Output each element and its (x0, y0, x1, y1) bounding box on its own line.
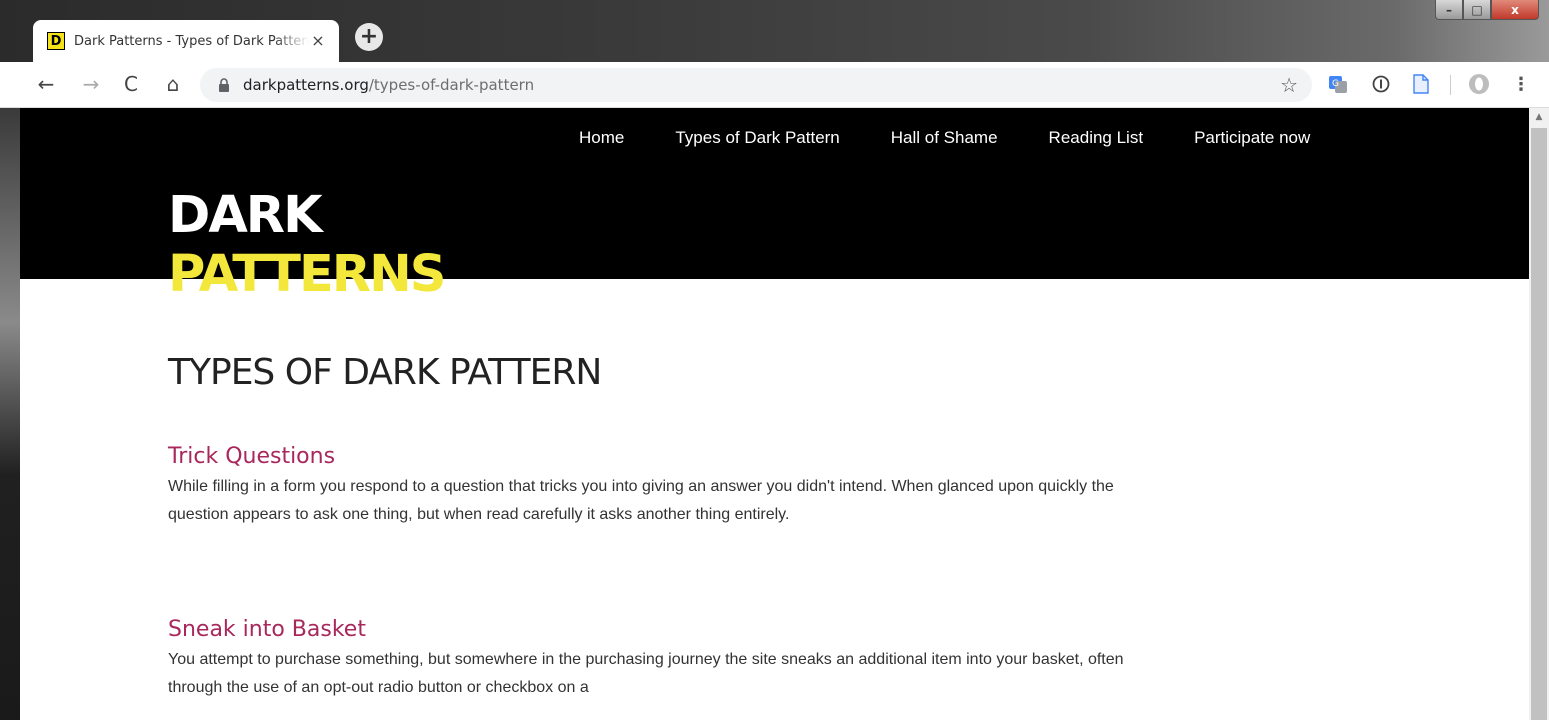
pattern-description: You attempt to purchase something, but s… (168, 651, 1124, 696)
pattern-description: While filling in a form you respond to a… (168, 478, 1114, 523)
pattern-section: Sneak into Basket You attempt to purchas… (168, 614, 1128, 702)
logo-line-patterns: PATTERNS (168, 245, 446, 304)
home-icon[interactable]: ⌂ (160, 71, 186, 97)
address-bar[interactable]: darkpatterns.org/types-of-dark-pattern ☆ (200, 68, 1312, 102)
lock-icon (219, 78, 229, 92)
profile-avatar-icon[interactable] (1466, 71, 1492, 97)
nav-link-participate-now[interactable]: Participate now (1194, 127, 1310, 149)
nav-link-types-of-dark-pattern[interactable]: Types of Dark Pattern (675, 127, 839, 149)
site-favicon-icon: D (47, 32, 65, 50)
svg-text:G: G (1332, 79, 1339, 89)
maximize-button[interactable]: □ (1463, 0, 1491, 20)
window-controls: – □ x (1435, 0, 1539, 20)
close-window-button[interactable]: x (1491, 0, 1539, 20)
pattern-title[interactable]: Trick Questions (168, 441, 1128, 473)
pattern-title[interactable]: Sneak into Basket (168, 614, 1128, 646)
url-host: darkpatterns.org (243, 76, 369, 94)
translate-extension-icon[interactable]: G (1325, 71, 1351, 97)
bookmark-star-icon[interactable]: ☆ (1280, 73, 1298, 97)
toolbar-separator (1450, 75, 1451, 95)
url-text[interactable]: darkpatterns.org/types-of-dark-pattern (243, 76, 534, 94)
pattern-section: Trick Questions While filling in a form … (168, 441, 1128, 529)
site-navigation: Home Types of Dark Pattern Hall of Shame… (579, 127, 1361, 149)
nav-link-reading-list[interactable]: Reading List (1049, 127, 1144, 149)
window-left-frame (0, 108, 20, 720)
back-arrow-icon[interactable]: ← (33, 71, 59, 97)
new-tab-button[interactable]: + (355, 23, 383, 51)
vertical-scrollbar[interactable]: ▲ (1529, 108, 1549, 720)
page-title: TYPES OF DARK PATTERN (168, 352, 602, 393)
forward-arrow-icon[interactable]: → (78, 71, 104, 97)
scroll-up-arrow-icon[interactable]: ▲ (1529, 108, 1549, 126)
password-manager-icon[interactable] (1368, 71, 1394, 97)
scrollbar-thumb[interactable] (1531, 128, 1547, 720)
title-bar: D Dark Patterns - Types of Dark Pattern … (0, 0, 1549, 62)
url-path: /types-of-dark-pattern (368, 76, 535, 94)
site-header: Home Types of Dark Pattern Hall of Shame… (20, 108, 1529, 304)
page-viewport: Home Types of Dark Pattern Hall of Shame… (20, 108, 1529, 720)
reload-icon[interactable]: C (118, 71, 144, 97)
site-logo[interactable]: DARK PATTERNS (168, 186, 446, 304)
tab-title: Dark Patterns - Types of Dark Pattern (74, 33, 309, 49)
document-extension-icon[interactable] (1408, 71, 1434, 97)
nav-link-hall-of-shame[interactable]: Hall of Shame (891, 127, 998, 149)
browser-tab[interactable]: D Dark Patterns - Types of Dark Pattern … (33, 20, 339, 62)
nav-link-home[interactable]: Home (579, 127, 624, 149)
browser-menu-icon[interactable]: ⋮ (1508, 71, 1534, 97)
minimize-button[interactable]: – (1435, 0, 1463, 20)
browser-toolbar: ← → C ⌂ darkpatterns.org/types-of-dark-p… (0, 62, 1549, 108)
logo-line-dark: DARK (168, 186, 323, 245)
browser-window: D Dark Patterns - Types of Dark Pattern … (0, 0, 1549, 720)
tab-close-icon[interactable]: × (309, 31, 327, 50)
